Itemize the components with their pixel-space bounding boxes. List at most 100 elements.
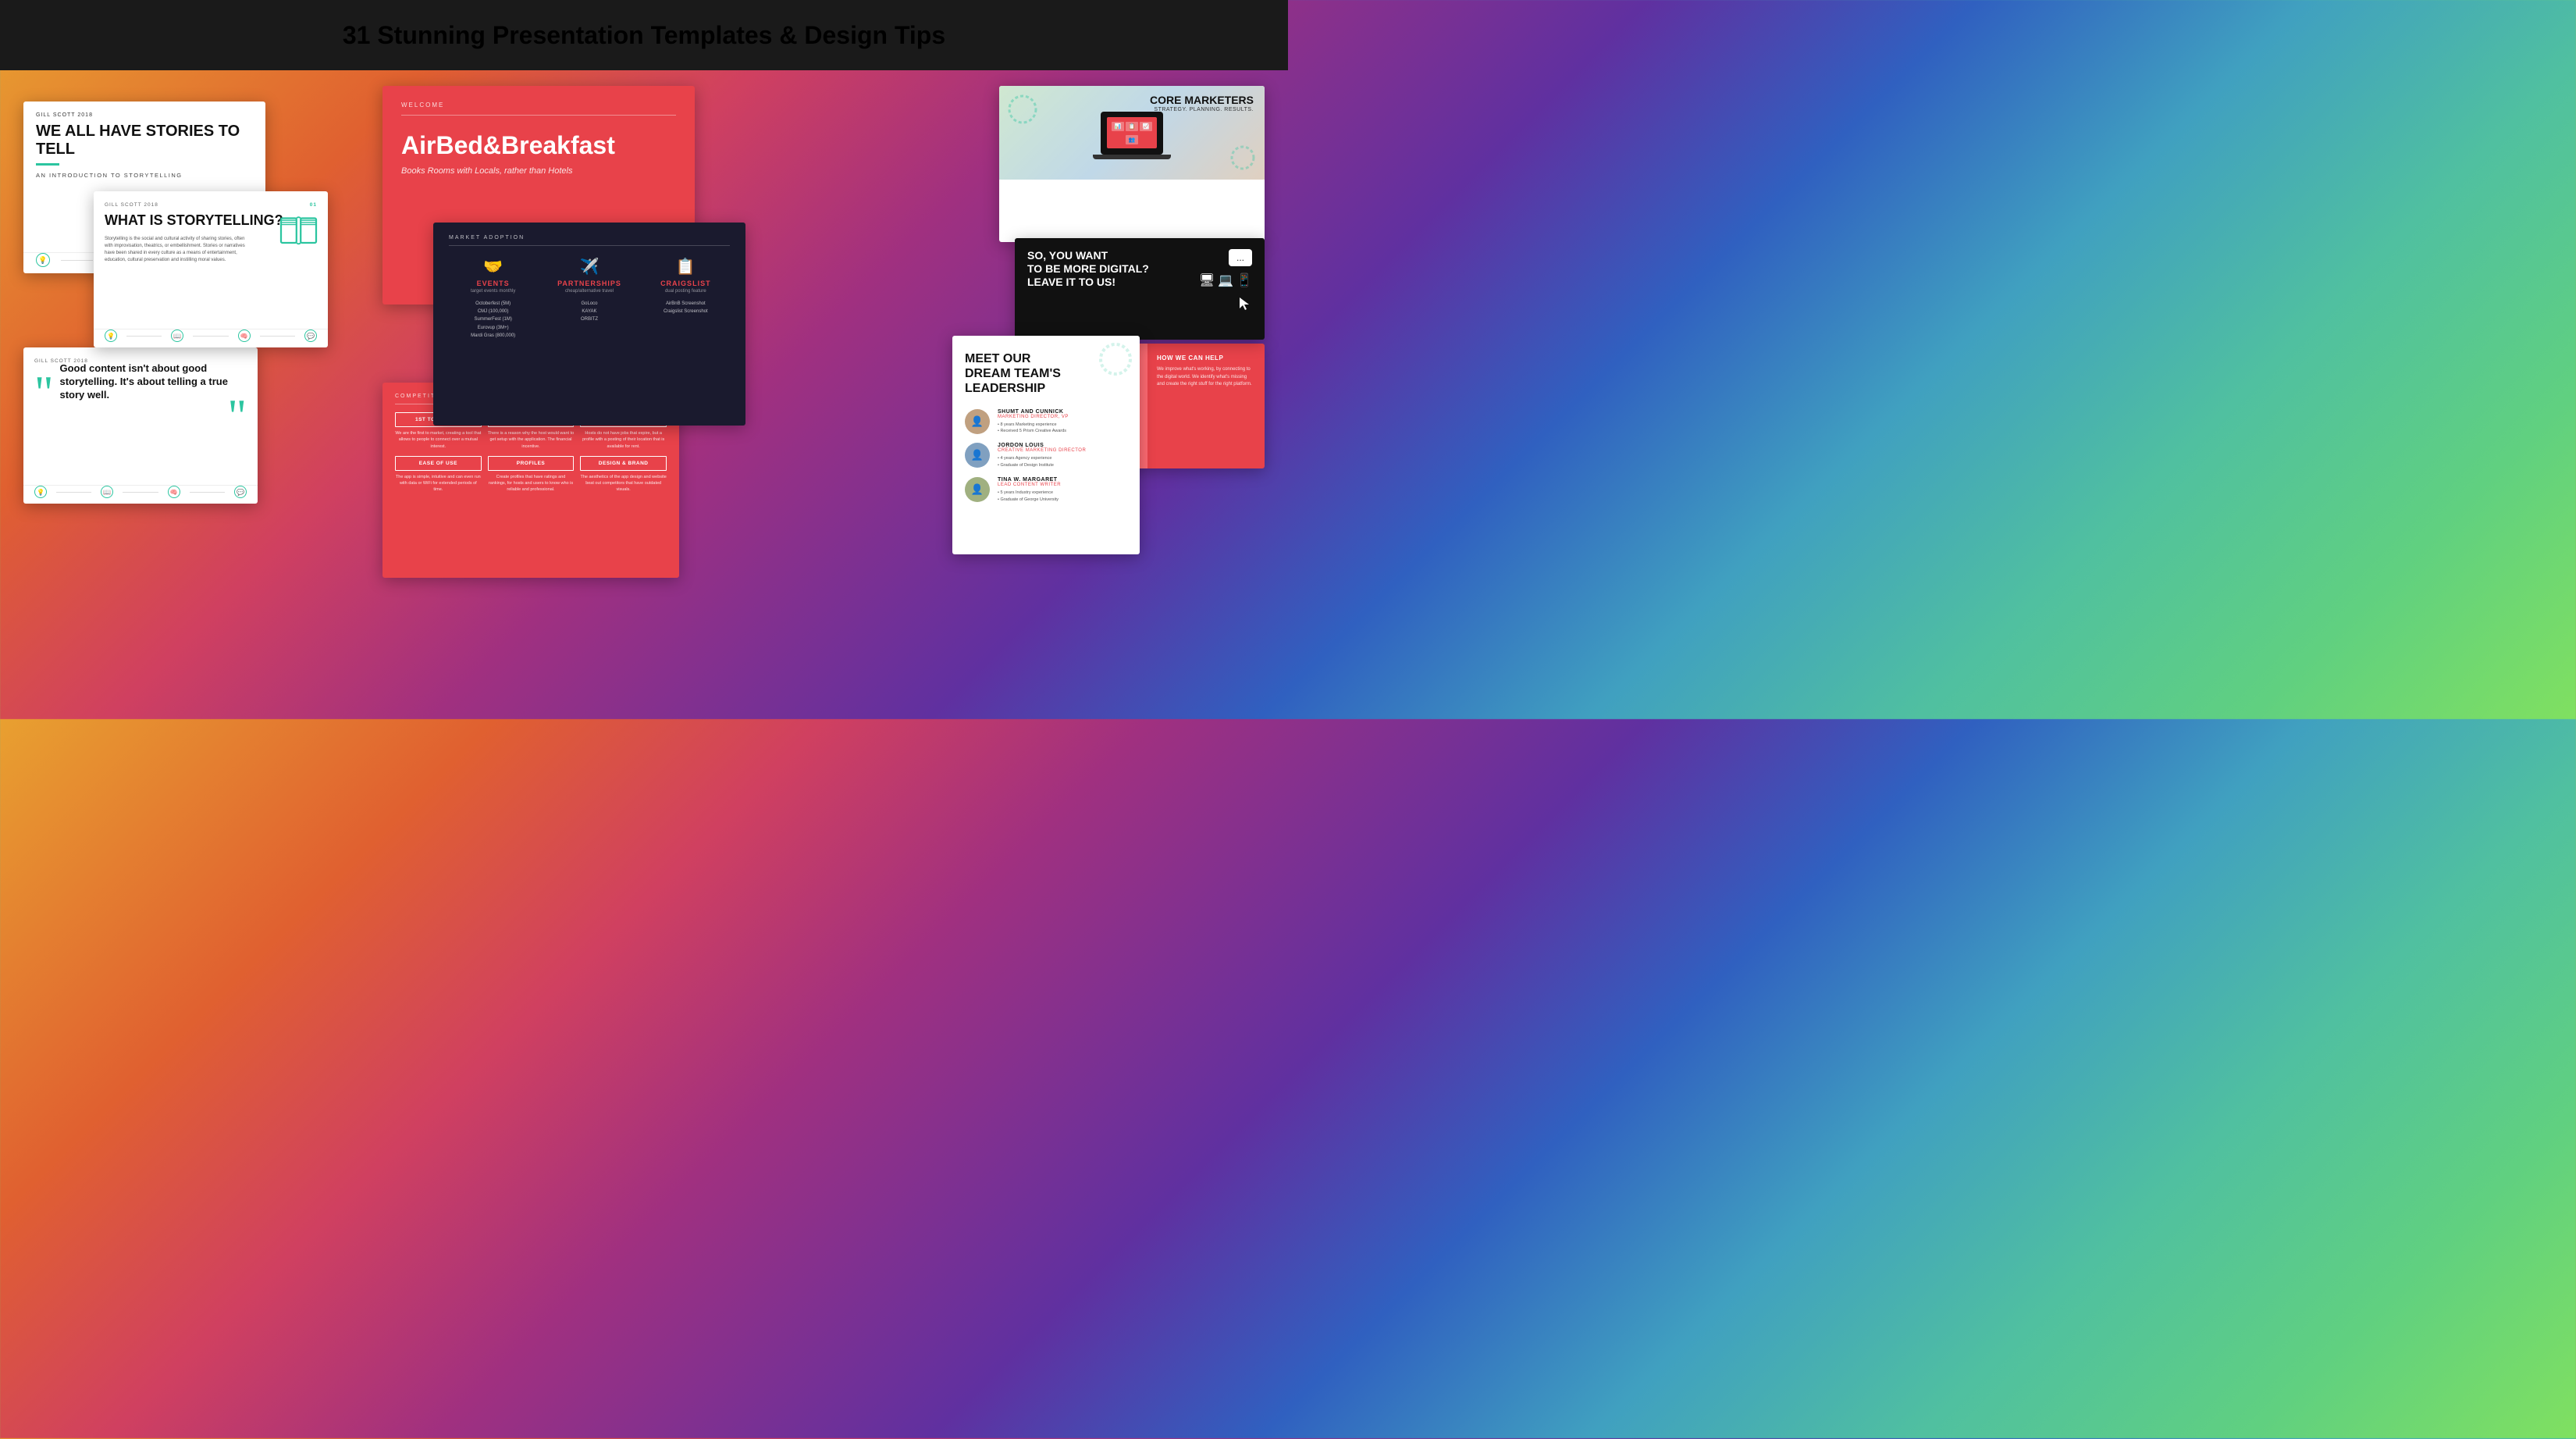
craigslist-items: AirBnB Screenshot Craigslist Screenshot — [642, 300, 730, 315]
bar-icon: 📈 — [1140, 122, 1152, 131]
desc-profiles: Create profiles that have ratings and ra… — [488, 474, 575, 493]
book-icon3: 📖 — [101, 486, 113, 498]
member1-bullets: • 8 years Marketing experience • Receive… — [998, 422, 1069, 436]
partnerships-title: PARTNERSHIPS — [545, 280, 633, 287]
cursor-icon — [1238, 296, 1252, 312]
member3-name: TINA W. MARGARET — [998, 477, 1061, 483]
team-member-3: 👤 TINA W. MARGARET LEAD CONTENT WRITER •… — [965, 477, 1127, 504]
title-prefix: 31 — [343, 21, 377, 49]
team-member-2: 👤 JORDON LOUIS CREATIVE MARKETING DIRECT… — [965, 443, 1127, 469]
header-bar: 31 Stunning Presentation Templates & Des… — [0, 0, 1288, 70]
member2-bullets: • 4 years Agency experience • Graduate o… — [998, 455, 1086, 469]
stories-byline: GILL SCOTT 2018 — [36, 112, 253, 118]
member1-avatar: 👤 — [965, 409, 990, 434]
help-title: HOW WE CAN HELP — [1157, 354, 1255, 362]
chart-icon: 📊 — [1112, 122, 1124, 131]
member3-bullets: • 5 years Industry experience • Graduate… — [998, 490, 1061, 504]
market-col-events: 🤝 EVENTS target events monthly Octoberfe… — [449, 257, 537, 340]
desc-1st-market: We are the first to market, creating a t… — [395, 430, 482, 450]
craigslist-icon: 📋 — [642, 257, 730, 276]
card-what-storytelling: GILL SCOTT 2018 01 WHAT IS STORYTELLING?… — [94, 191, 328, 347]
btn-ease-of-use: EASE OF USE — [395, 456, 482, 471]
member3-avatar: 👤 — [965, 477, 990, 502]
competitive-item-4: EASE OF USE The app is simple, intuitive… — [395, 456, 482, 493]
team-circle-deco — [1098, 342, 1133, 377]
airbed-tagline: Books Rooms with Locals, rather than Hot… — [401, 166, 676, 176]
btn-profiles: PROFILES — [488, 456, 575, 471]
competitive-item-5: PROFILES Create profiles that have ratin… — [488, 456, 575, 493]
airbed-brand: AirBed&Breakfast — [401, 131, 676, 160]
stories-title: WE ALL HAVE STORIES TO TELL — [36, 123, 253, 159]
events-sub: target events monthly — [449, 289, 537, 294]
brain-icon3: 🧠 — [168, 486, 180, 498]
card-quote: GILL SCOTT 2018 " Good content isn't abo… — [23, 347, 258, 504]
circle-decoration-bottom-right — [1229, 144, 1257, 172]
core-main-title: CORE MARKETERS — [1150, 94, 1254, 107]
close-quote-mark: " — [60, 402, 247, 430]
devices-icons: 🖥 💻 📱 — [1199, 272, 1252, 288]
quote-text: Good content isn't about good storytelli… — [60, 362, 247, 402]
core-subtitle: STRATEGY. PLANNING. RESULTS. — [1150, 107, 1254, 112]
book-icon2: 📖 — [171, 329, 183, 342]
btn-design-brand: DESIGN & BRAND — [580, 456, 667, 471]
stories-subtitle: AN INTRODUCTION TO STORYTELLING — [36, 172, 253, 179]
market-col-craigslist: 📋 CRAIGSLIST dual posting feature AirBnB… — [642, 257, 730, 340]
events-title: EVENTS — [449, 280, 537, 287]
stories-teal-bar — [36, 163, 59, 166]
desc-design-brand: The aesthetics of the app design and web… — [580, 474, 667, 493]
desc-ease-of-use: The app is simple, intuitive and can eve… — [395, 474, 482, 493]
help-text: We improve what's working, by connecting… — [1157, 366, 1255, 389]
chat-icon3: 💬 — [234, 486, 247, 498]
page-title: 31 Stunning Presentation Templates & Des… — [343, 21, 945, 50]
craigslist-sub: dual posting feature — [642, 289, 730, 294]
laptop-icon: 💻 — [1218, 272, 1233, 288]
lightbulb-icon3: 💡 — [34, 486, 47, 498]
member2-name: JORDON LOUIS — [998, 443, 1086, 448]
cards-area: GILL SCOTT 2018 WE ALL HAVE STORIES TO T… — [0, 70, 1288, 719]
member2-avatar: 👤 — [965, 443, 990, 468]
lightbulb-icon2: 💡 — [105, 329, 117, 342]
laptop-illustration: 📊 📋 📈 👥 — [1101, 112, 1163, 155]
events-icon: 🤝 — [449, 257, 537, 276]
events-items: Octoberfest (5M) CMJ (100,000) SummerFes… — [449, 300, 537, 340]
market-divider — [449, 245, 730, 246]
competitive-item-6: DESIGN & BRAND The aesthetics of the app… — [580, 456, 667, 493]
market-col-partnerships: ✈️ PARTNERSHIPS cheap/alternative travel… — [545, 257, 633, 340]
monitor-icon: 🖥 — [1199, 272, 1215, 288]
chat-icon2: 💬 — [304, 329, 317, 342]
partnerships-sub: cheap/alternative travel — [545, 289, 633, 294]
team-member-1: 👤 SHUMT AND CUNNICK MARKETING DIRECTOR, … — [965, 409, 1127, 436]
partnerships-icon: ✈️ — [545, 257, 633, 276]
partnerships-items: GoLoco KAYAK ORBITZ — [545, 300, 633, 324]
open-book-icon — [277, 215, 320, 250]
title-suffix: Templates & Design Tips — [644, 21, 945, 49]
member2-role: CREATIVE MARKETING DIRECTOR — [998, 448, 1086, 453]
open-quote-mark: " — [34, 376, 54, 409]
title-bold: Stunning Presentation — [377, 21, 643, 49]
challenge-right: HOW WE CAN HELP We improve what's workin… — [1147, 344, 1265, 468]
card-dream-team: MEET OUR DREAM TEAM'S LEADERSHIP 👤 SHUMT… — [952, 336, 1140, 554]
people-icon: 👥 — [1126, 135, 1138, 144]
chat-bubble-icon: ... — [1229, 249, 1252, 266]
tablet-icon: 📱 — [1236, 272, 1252, 288]
desc-list-once: Hosts do not have jobs that expire, but … — [580, 430, 667, 450]
what-byline: GILL SCOTT 2018 01 — [105, 202, 317, 208]
welcome-label: WELCOME — [401, 102, 676, 109]
market-label: MARKET ADOPTION — [449, 235, 730, 240]
core-title-overlay: CORE MARKETERS STRATEGY. PLANNING. RESUL… — [1150, 94, 1254, 112]
circle-decoration-top-left — [1007, 94, 1038, 125]
card-core-marketers: 📊 📋 📈 👥 CORE MARKETERS STRATEGY. PLANNIN… — [999, 86, 1265, 242]
desc-host-incentive: There is a reason why the host would wan… — [488, 430, 575, 450]
brain-icon2: 🧠 — [238, 329, 251, 342]
what-body: Storytelling is the social and cultural … — [105, 236, 245, 264]
member1-name: SHUMT AND CUNNICK — [998, 409, 1069, 415]
lightbulb-icon: 💡 — [36, 253, 50, 267]
table-icon: 📋 — [1126, 122, 1138, 131]
craigslist-title: CRAIGSLIST — [642, 280, 730, 287]
member3-role: LEAD CONTENT WRITER — [998, 483, 1061, 487]
digital-title: SO, YOU WANTTO BE MORE DIGITAL?LEAVE IT … — [1027, 249, 1187, 288]
card-market-adoption: MARKET ADOPTION 🤝 EVENTS target events m… — [433, 223, 745, 426]
divider-line — [61, 260, 93, 261]
core-top: 📊 📋 📈 👥 CORE MARKETERS STRATEGY. PLANNIN… — [999, 86, 1265, 180]
member1-role: MARKETING DIRECTOR, VP — [998, 415, 1069, 419]
